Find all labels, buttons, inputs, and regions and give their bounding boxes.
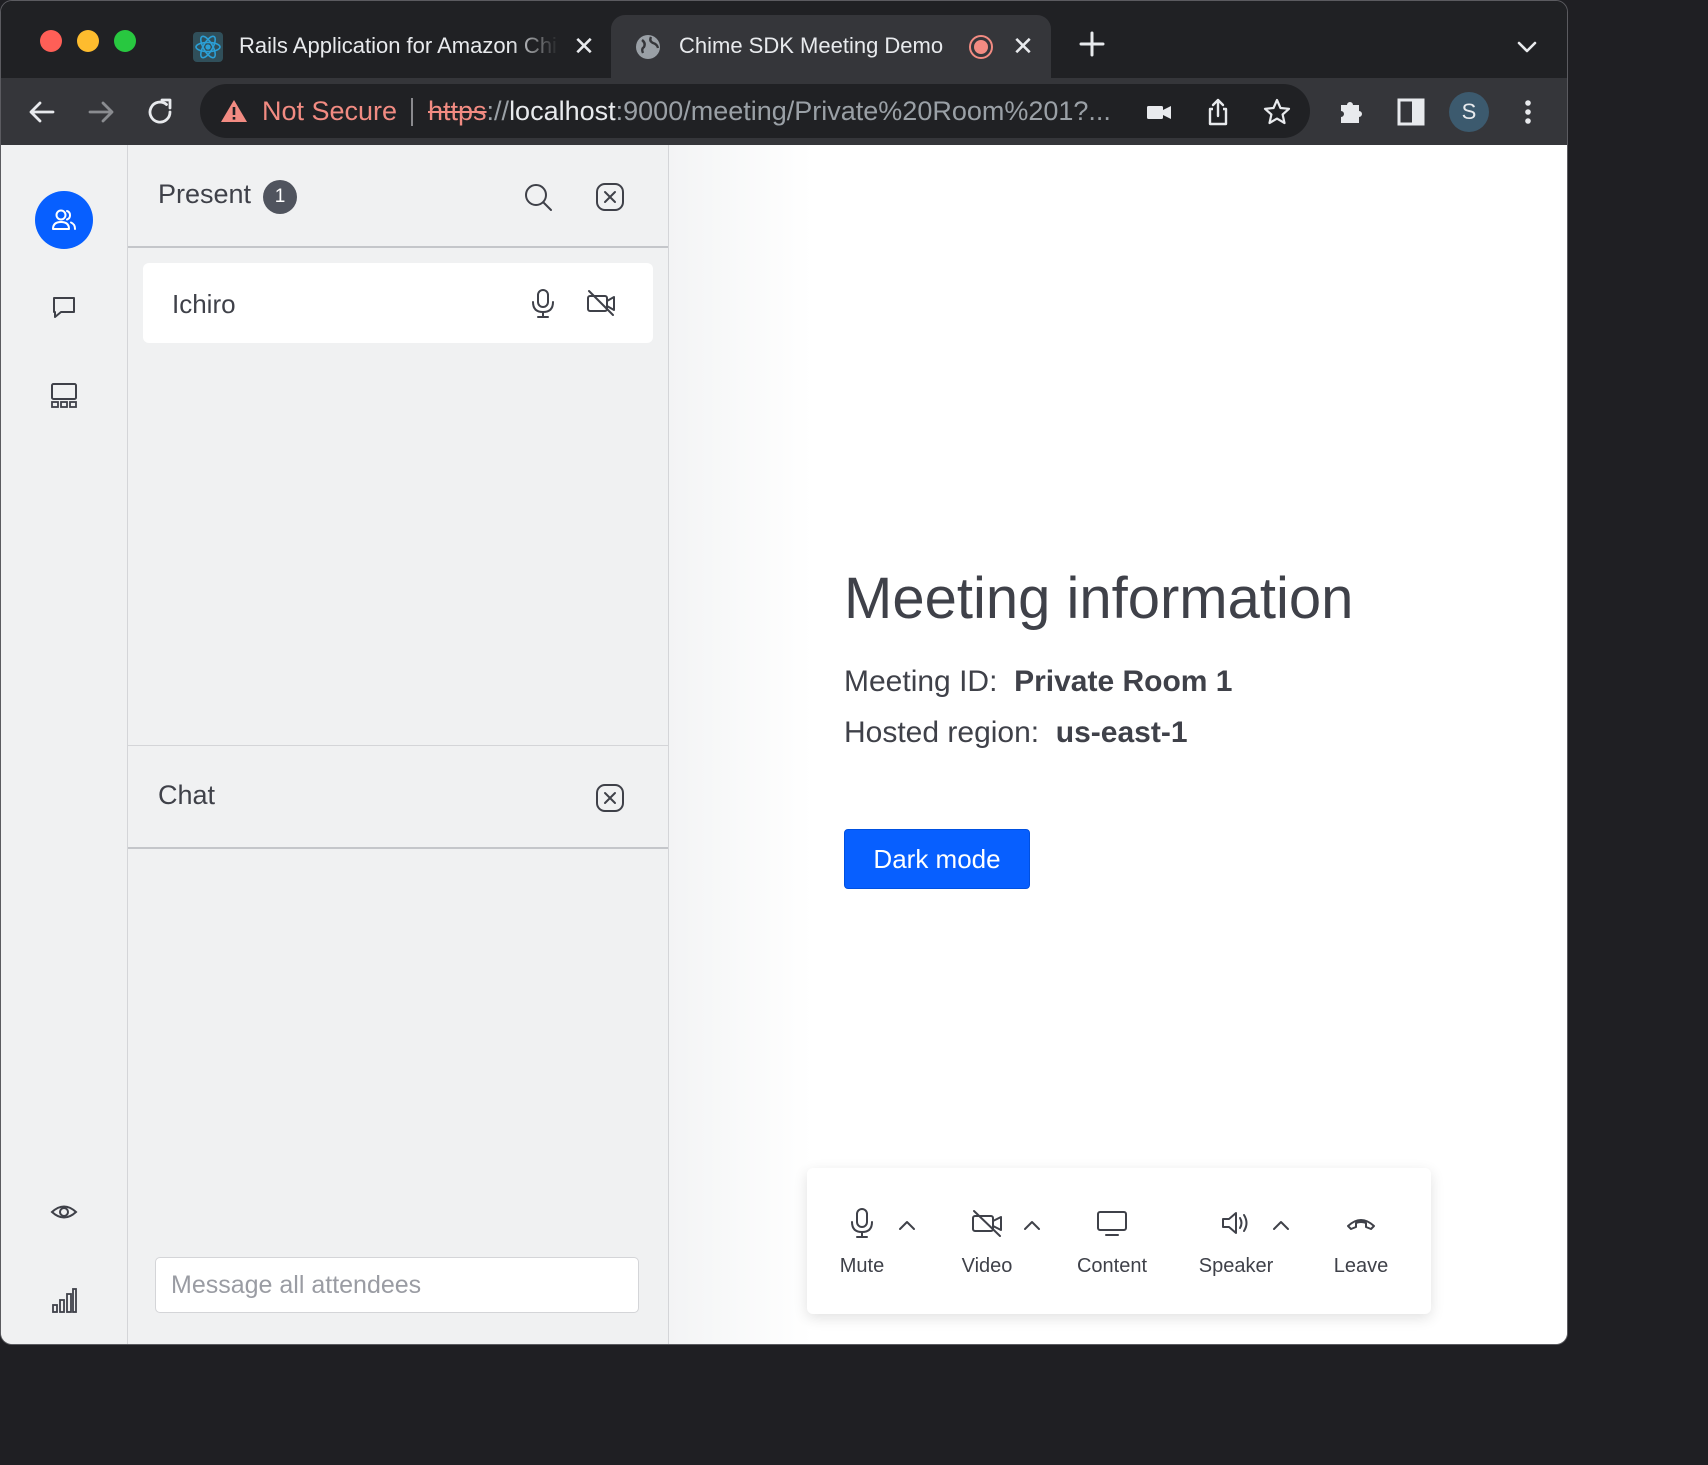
- zoom-window-button[interactable]: [114, 30, 136, 52]
- camera-icon[interactable]: [1144, 97, 1174, 127]
- screen-share-icon: [1097, 1211, 1127, 1236]
- close-icon[interactable]: ✕: [571, 33, 597, 59]
- attendee-name: Ichiro: [172, 289, 236, 319]
- nav-attendees-button[interactable]: [35, 191, 93, 249]
- nav-visibility-button[interactable]: [35, 1183, 93, 1241]
- roster-panel: Present 1 Ichiro: [128, 145, 669, 745]
- tab-chime-sdk-meeting-demo[interactable]: Chime SDK Meeting Demo ✕: [611, 15, 1051, 78]
- react-icon: [193, 32, 223, 62]
- back-arrow-icon[interactable]: [25, 95, 59, 129]
- browser-window: Rails Application for Amazon Chime SDK M…: [0, 0, 1568, 1345]
- side-panel-icon[interactable]: [1394, 95, 1428, 129]
- tab-rails-application[interactable]: Rails Application for Amazon Chime SDK M…: [171, 15, 611, 78]
- left-navbar: [1, 145, 128, 1344]
- profile-avatar[interactable]: S: [1449, 92, 1489, 132]
- hang-up-phone-icon: [1347, 1219, 1375, 1230]
- new-tab-icon[interactable]: [1077, 29, 1107, 59]
- tab-title: Chime SDK Meeting Demo: [679, 33, 944, 58]
- minimize-window-button[interactable]: [77, 30, 99, 52]
- video-off-icon: [972, 1210, 1002, 1237]
- speaker-icon: [1222, 1212, 1248, 1234]
- close-icon[interactable]: [594, 181, 626, 213]
- page-content: Present 1 Ichiro Chat Message all attend…: [1, 145, 1567, 1344]
- nav-chat-button[interactable]: [35, 278, 93, 336]
- forward-arrow-icon[interactable]: [84, 95, 118, 129]
- hosted-region-value: us-east-1: [1055, 716, 1188, 749]
- chat-header: Chat: [128, 746, 668, 849]
- chevron-up-icon[interactable]: [1021, 1218, 1043, 1232]
- video-label: Video: [961, 1255, 1013, 1277]
- url-host: localhost: [509, 96, 616, 126]
- share-icon[interactable]: [1203, 97, 1233, 127]
- tab-title: Rails Application for Amazon Chime SDK M…: [239, 33, 559, 58]
- hosted-region-row: Hosted region: us-east-1: [844, 716, 1188, 750]
- leave-label: Leave: [1333, 1255, 1389, 1277]
- leave-control[interactable]: Leave: [1306, 1206, 1416, 1286]
- video-off-icon: [587, 290, 615, 316]
- microphone-icon: [532, 289, 554, 318]
- meeting-id-label: Meeting ID:: [844, 665, 998, 698]
- url-scheme: https: [428, 96, 487, 126]
- address-bar[interactable]: Not Secure https://localhost:9000/meetin…: [200, 84, 1310, 138]
- warning-icon[interactable]: [220, 98, 248, 124]
- roster-title: Present: [158, 179, 252, 209]
- chevron-up-icon[interactable]: [896, 1218, 918, 1232]
- gallery-layout-icon: [51, 383, 77, 408]
- extensions-puzzle-icon[interactable]: [1335, 95, 1369, 129]
- tab-strip: Rails Application for Amazon Chime SDK M…: [1, 1, 1567, 78]
- dark-mode-button[interactable]: Dark mode: [844, 829, 1030, 889]
- close-icon[interactable]: [594, 782, 626, 814]
- bookmark-star-icon[interactable]: [1262, 97, 1292, 127]
- url-path: :9000/meeting/Private%20Room%201?...: [615, 96, 1111, 126]
- chevron-up-icon[interactable]: [1270, 1218, 1292, 1232]
- main-content: Meeting information Meeting ID: Private …: [669, 145, 1567, 1344]
- recording-indicator-icon: [969, 35, 993, 59]
- security-label[interactable]: Not Secure: [262, 96, 397, 127]
- bar-chart-icon: [52, 1288, 77, 1313]
- divider: [411, 98, 413, 126]
- reload-icon[interactable]: [143, 95, 177, 129]
- nav-stats-button[interactable]: [35, 1272, 93, 1330]
- hosted-region-label: Hosted region:: [844, 716, 1040, 749]
- chevron-down-icon[interactable]: [1513, 33, 1541, 61]
- eye-icon: [50, 1205, 78, 1219]
- more-vertical-icon[interactable]: [1511, 95, 1545, 129]
- globe-icon: [636, 35, 660, 59]
- attendee-count-badge: 1: [263, 180, 297, 214]
- chat-panel: Chat: [128, 745, 669, 1344]
- chat-message-input[interactable]: [155, 1257, 639, 1313]
- browser-toolbar: Not Secure https://localhost:9000/meetin…: [1, 78, 1567, 145]
- meeting-id-row: Meeting ID: Private Room 1: [844, 665, 1233, 699]
- content-share-control[interactable]: Content: [1057, 1206, 1167, 1286]
- roster-header: Present 1: [128, 145, 668, 248]
- url-text[interactable]: https://localhost:9000/meeting/Private%2…: [428, 96, 1128, 127]
- nav-layout-button[interactable]: [35, 366, 93, 424]
- microphone-icon: [851, 1208, 873, 1238]
- close-icon[interactable]: ✕: [1010, 33, 1036, 59]
- speaker-label: Speaker: [1198, 1255, 1274, 1277]
- attendees-icon: [52, 209, 76, 230]
- meeting-info-heading: Meeting information: [844, 566, 1354, 631]
- meeting-id-value: Private Room 1: [1014, 665, 1233, 698]
- close-window-button[interactable]: [40, 30, 62, 52]
- search-icon[interactable]: [522, 181, 554, 213]
- chat-bubble-icon: [53, 297, 75, 318]
- attendee-row[interactable]: Ichiro: [143, 263, 653, 343]
- content-label: Content: [1076, 1255, 1148, 1277]
- url-separator: ://: [486, 96, 510, 126]
- chat-title: Chat: [158, 780, 216, 810]
- mute-label: Mute: [839, 1255, 885, 1277]
- meeting-control-bar: Mute Video Content Speaker Leave: [807, 1168, 1431, 1314]
